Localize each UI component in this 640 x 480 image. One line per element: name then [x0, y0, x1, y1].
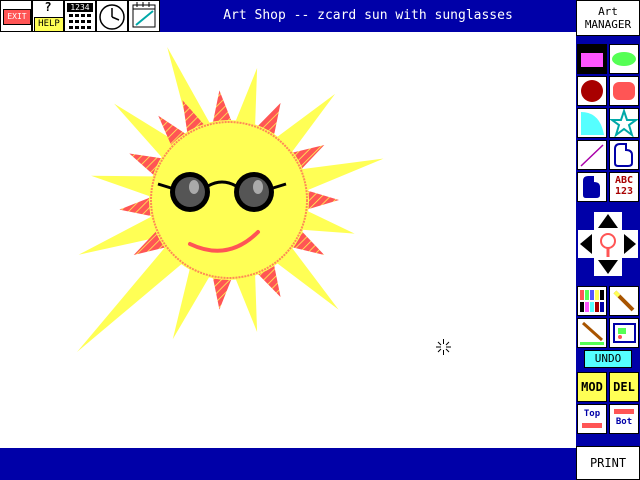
arrow-left-icon	[580, 234, 592, 254]
clock-button[interactable]	[96, 0, 128, 32]
top-toolbar: EXIT ? HELP 1234 Art Shop -- zcard sun w…	[0, 0, 576, 32]
help-question-icon: ?	[44, 0, 52, 14]
pencil-icon	[613, 290, 635, 312]
star-icon	[608, 107, 640, 138]
fill-shape-icon	[583, 176, 600, 198]
picture-icon	[613, 323, 636, 343]
bot-label: Bot	[615, 417, 633, 427]
calendar-button[interactable]	[128, 0, 160, 32]
arc-icon	[581, 112, 604, 135]
tool-text[interactable]: ABC 123	[609, 172, 639, 202]
top-label: Top	[583, 409, 601, 419]
manager-label-line2: MANAGER	[584, 18, 632, 31]
send-to-bottom-button[interactable]: Bot	[609, 404, 639, 434]
move-down-button[interactable]	[594, 258, 622, 276]
layer-bar-icon	[614, 409, 634, 414]
pencil-button[interactable]	[609, 286, 639, 316]
zoom-button[interactable]	[594, 230, 622, 258]
clock-icon	[99, 4, 125, 30]
circle-icon	[581, 80, 603, 102]
bring-to-top-button[interactable]: Top	[577, 404, 607, 434]
color-palette-button[interactable]	[577, 286, 607, 316]
calculator-button[interactable]: 1234	[64, 0, 96, 32]
rectangle-icon	[581, 53, 603, 67]
line-icon	[580, 144, 604, 167]
tool-freehand[interactable]	[609, 140, 639, 170]
drawing-canvas[interactable]	[0, 32, 576, 448]
exit-label: EXIT	[3, 9, 31, 25]
arrow-right-icon	[624, 234, 636, 254]
arrow-up-icon	[598, 214, 618, 228]
tool-rounded-rectangle[interactable]	[609, 76, 639, 106]
tool-arc[interactable]	[577, 108, 607, 138]
crosshair-cursor-icon	[436, 339, 451, 355]
status-bar	[0, 448, 576, 480]
arrow-down-icon	[598, 260, 618, 274]
picture-button[interactable]	[609, 318, 639, 348]
text-tool-line2: 123	[614, 186, 634, 197]
magnifier-icon	[600, 233, 616, 257]
tool-circle[interactable]	[577, 76, 607, 106]
exit-button[interactable]: EXIT	[0, 0, 32, 32]
palette-icon	[580, 290, 604, 312]
keypad-icon	[69, 14, 91, 29]
text-tool-line1: ABC	[614, 175, 634, 186]
ruler-button[interactable]	[577, 318, 607, 348]
help-button[interactable]: ? HELP	[32, 0, 64, 32]
tool-filled-rectangle[interactable]	[577, 44, 607, 74]
delete-button[interactable]: DEL	[609, 372, 639, 402]
art-manager-button[interactable]: Art MANAGER	[576, 0, 640, 36]
freehand-shape-icon	[614, 143, 633, 167]
help-label: HELP	[34, 17, 64, 32]
rounded-rectangle-icon	[613, 82, 635, 100]
ruler-icon	[580, 321, 604, 345]
modify-button[interactable]: MOD	[577, 372, 607, 402]
move-right-button[interactable]	[622, 230, 638, 258]
sun-drawing[interactable]	[0, 32, 576, 448]
tool-fill[interactable]	[577, 172, 607, 202]
tool-line[interactable]	[577, 140, 607, 170]
tool-polygon[interactable]	[608, 107, 640, 138]
move-left-button[interactable]	[578, 230, 594, 258]
calendar-icon	[132, 2, 156, 28]
tool-ellipse[interactable]	[609, 44, 639, 74]
ellipse-icon	[612, 52, 636, 66]
manager-label-line1: Art	[598, 5, 618, 18]
move-up-button[interactable]	[594, 212, 622, 230]
calculator-display: 1234	[67, 3, 93, 12]
layer-bar-icon	[582, 423, 602, 428]
print-button[interactable]: PRINT	[576, 446, 640, 480]
undo-button[interactable]: UNDO	[584, 350, 632, 368]
window-title: Art Shop -- zcard sun with sunglasses	[223, 8, 513, 23]
